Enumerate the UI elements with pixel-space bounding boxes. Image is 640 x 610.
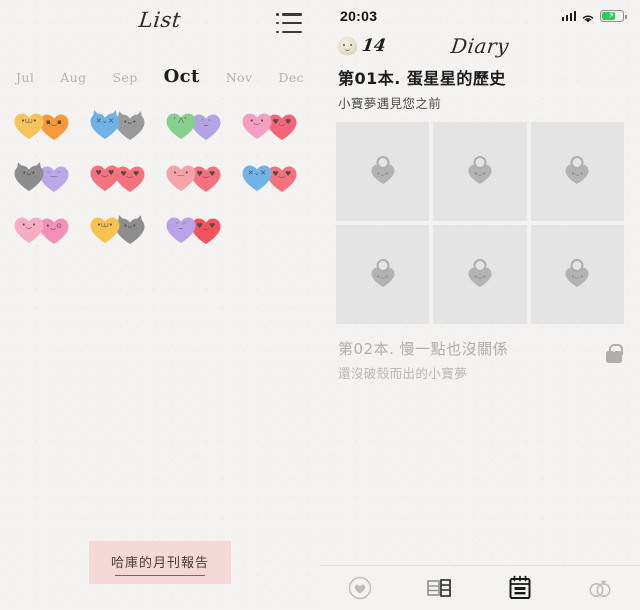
status-indicators: ⚡ <box>561 10 627 23</box>
page-title: List <box>137 8 183 32</box>
heart-character: ᵔ_ᵔ <box>164 213 198 244</box>
heart-face: •ᴗ• <box>22 169 36 177</box>
monthly-report-button[interactable]: 哈庫的月刊報告 <box>88 541 231 584</box>
wedding-rings-icon <box>589 580 611 597</box>
heart-character: ﾟ∧ﾟ <box>164 109 198 140</box>
heart-face: •⩊• <box>96 221 114 229</box>
heart-pair[interactable]: ᵔ﹏ᵔ •ᴗ• <box>12 157 80 199</box>
heart-face: ᵔ_ᵔ <box>175 221 187 229</box>
battery-charging-icon: ⚡ <box>600 10 627 22</box>
heart-pendant-icon: •ᴗ• <box>465 156 495 186</box>
heart-circle-icon <box>348 576 372 600</box>
diary-card[interactable]: •ᴗ• <box>530 122 624 221</box>
heart-character: ♥‿♥ <box>88 161 122 192</box>
diary-card[interactable]: •ᴗ• <box>433 224 527 324</box>
heart-face: •⩊• <box>20 117 38 125</box>
list-icon[interactable] <box>276 13 302 33</box>
heart-face: •﹏• <box>172 169 190 177</box>
book-01-section: 第01本. 蛋星星的歷史 小寶夢遇見您之前 <box>320 66 640 112</box>
book-01-subtitle: 小寶夢遇見您之前 <box>338 96 442 111</box>
heart-pendant-icon: •ᴗ• <box>465 259 495 289</box>
diary-card[interactable]: •ᴗ• <box>433 122 527 221</box>
diary-screen: 20:03 ⚡ 14 Diary 第01本. 蛋星星的歷史 小寶夢遇見您之前 •… <box>320 0 640 610</box>
heart-character: •ᴗ• <box>12 161 46 192</box>
heart-pair[interactable]: ᵔ_ᵔ ﾟ∧ﾟ <box>164 105 232 147</box>
heart-pair[interactable]: ▪‿▪ •⩊• <box>12 105 80 147</box>
tab-rings[interactable] <box>575 571 625 605</box>
diary-page-title: Diary <box>449 34 511 58</box>
heart-character: •‿• <box>12 213 46 244</box>
wifi-icon <box>581 11 595 23</box>
cellular-signal-icon <box>561 11 576 21</box>
list-header: List <box>0 0 320 50</box>
heart-face: ♥‿♥ <box>95 169 115 177</box>
month-tab-oct[interactable]: Oct <box>164 66 200 87</box>
heart-pair[interactable]: •‿⊙ •‿• <box>12 209 80 251</box>
heart-pair[interactable]: •ᴗ• ✕⌄✕ <box>88 105 156 147</box>
month-tab-dec[interactable]: Dec <box>278 70 304 85</box>
heart-face: ﾟ∧ﾟ <box>173 117 189 125</box>
heart-character: ✕⌄✕ <box>88 109 122 140</box>
status-clock: 20:03 <box>340 8 378 24</box>
bottom-tab-bar <box>320 565 640 610</box>
month-tab-sep[interactable]: Sep <box>112 70 137 85</box>
book-02-section[interactable]: 第02本. 慢一點也沒關係 還沒破殼而出的小寶夢 <box>320 324 640 382</box>
heart-pair[interactable]: ♥‿♥ •﹏• <box>164 157 232 199</box>
heart-character: •﹏• <box>164 161 198 192</box>
notebook-calendar-icon <box>509 575 531 599</box>
heart-face: ✕⌄✕ <box>95 117 115 125</box>
diary-card[interactable]: •ᴗ• <box>336 122 430 221</box>
heart-character: •⩊• <box>88 213 122 244</box>
heart-face: ✕⌄✕ <box>247 169 267 177</box>
status-bar: 20:03 ⚡ <box>320 0 640 32</box>
heart-pair[interactable]: ♥‿♥ ᵔ_ᵔ <box>164 209 232 251</box>
book-02-title: 第02本. 慢一點也沒關係 <box>338 339 509 358</box>
tab-diary[interactable] <box>495 571 545 605</box>
heart-pendant-icon: •ᴗ• <box>562 259 592 289</box>
heart-pendant-icon: •ᴗ• <box>562 156 592 186</box>
book-02-text: 第02本. 慢一點也沒關係 還沒破殼而出的小寶夢 <box>338 338 508 382</box>
heart-face: •‿• <box>249 117 265 125</box>
book-02-subtitle: 還沒破殼而出的小寶夢 <box>338 365 468 381</box>
heart-character: •‿• <box>240 109 274 140</box>
diary-header: 14 Diary <box>320 32 640 66</box>
monthly-report-area: 哈庫的月刊報告 <box>0 541 320 584</box>
heart-pendant-icon: •ᴗ• <box>368 259 398 289</box>
heart-pair[interactable]: •ᴗ• •⩊• <box>88 209 156 251</box>
heart-pair[interactable]: ♥‿♥ •‿• <box>240 105 308 147</box>
heart-character: ✕⌄✕ <box>240 161 274 192</box>
heart-face: •‿• <box>21 221 37 229</box>
list-screen: List Jul Aug Sep Oct Nov Dec ▪‿▪ •⩊• •ᴗ• ✕⌄… <box>0 0 320 610</box>
heart-pair-grid: ▪‿▪ •⩊• •ᴗ• ✕⌄✕ ᵔ_ᵔ ﾟ∧ﾟ ♥‿♥ •‿• ᵔ﹏ᵔ •ᴗ• ♥‿♥ ♥‿♥ ♥‿♥ •… <box>0 87 320 251</box>
diary-card-grid: •ᴗ• •ᴗ• •ᴗ• •ᴗ• •ᴗ• •ᴗ• <box>320 112 640 324</box>
month-selector: Jul Aug Sep Oct Nov Dec <box>0 50 320 87</box>
underline-decoration <box>114 575 205 576</box>
heart-pair[interactable]: ♥‿♥ ✕⌄✕ <box>240 157 308 199</box>
month-tab-jul[interactable]: Jul <box>16 70 34 85</box>
tab-home[interactable] <box>335 571 385 605</box>
heart-character: •⩊• <box>12 109 46 140</box>
month-tab-nov[interactable]: Nov <box>226 70 253 85</box>
diary-card[interactable]: •ᴗ• <box>336 224 430 324</box>
heart-pendant-icon: •ᴗ• <box>368 156 398 186</box>
monthly-report-label: 哈庫的月刊報告 <box>110 556 209 571</box>
lock-icon <box>606 343 623 363</box>
tab-books[interactable] <box>415 571 465 605</box>
books-icon <box>427 579 451 597</box>
app-root: List Jul Aug Sep Oct Nov Dec ▪‿▪ •⩊• •ᴗ• ✕⌄… <box>0 0 640 610</box>
heart-pair[interactable]: ♥‿♥ ♥‿♥ <box>88 157 156 199</box>
book-01-title: 第01本. 蛋星星的歷史 <box>338 69 506 88</box>
diary-card[interactable]: •ᴗ• <box>530 224 624 324</box>
month-tab-aug[interactable]: Aug <box>60 70 86 85</box>
